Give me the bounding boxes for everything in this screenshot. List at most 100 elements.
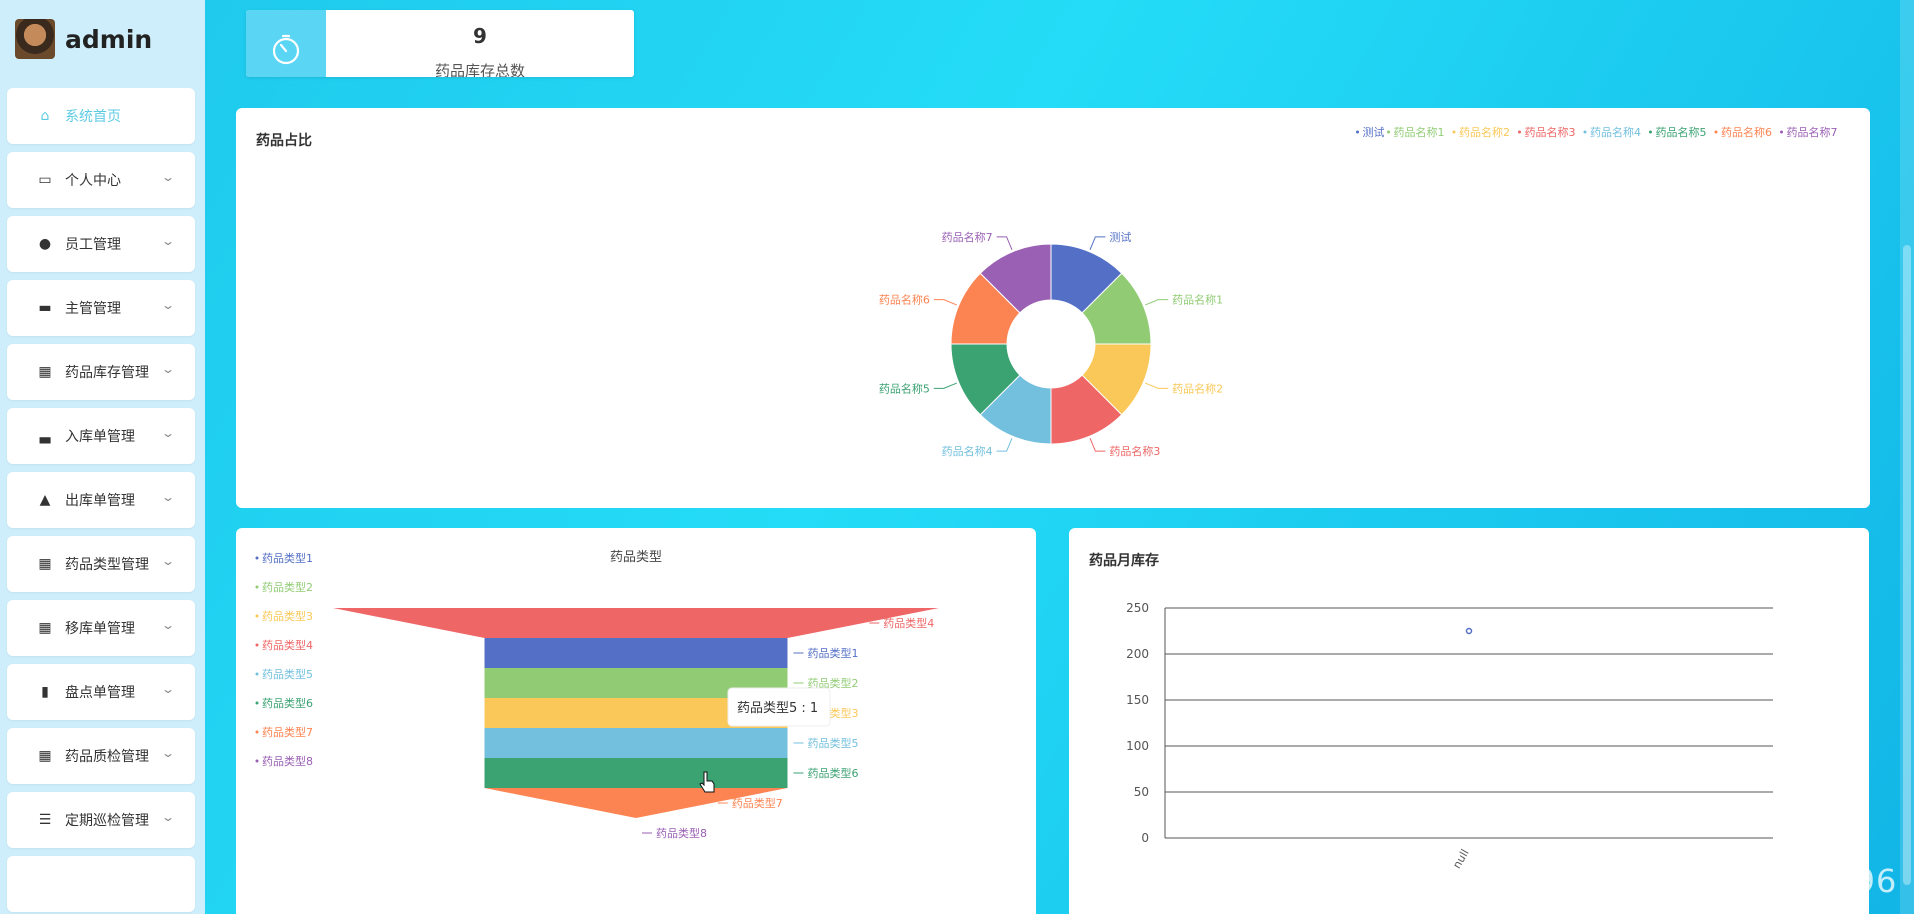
pie-label: 药品名称2 — [1172, 381, 1223, 395]
legend-label: 药品名称7 — [1787, 125, 1838, 139]
watermark: CSDN @QQ_1795806396 — [1475, 862, 1898, 900]
chevron-down-icon: ⌄ — [160, 234, 176, 248]
funnel-segment[interactable] — [333, 608, 939, 638]
sidebar-item-label: 出库单管理 — [65, 493, 135, 509]
pie-leader-line — [996, 236, 1013, 250]
sidebar-item[interactable]: ☰ 定期巡检管理 ⌄ — [7, 792, 195, 848]
scrollbar-thumb[interactable] — [1903, 245, 1911, 885]
user-name: admin — [65, 24, 153, 54]
legend-label: 药品名称3 — [1525, 125, 1576, 139]
legend-marker — [255, 556, 259, 560]
sidebar-item[interactable]: ▬ 主管管理 ⌄ — [7, 280, 195, 336]
timer-icon — [246, 10, 326, 77]
sidebar-item[interactable]: ▦ 药品质检管理 ⌄ — [7, 728, 195, 784]
chart-tooltip: 药品类型5 : 1 — [727, 687, 831, 727]
legend-item[interactable]: 药品名称1 — [1387, 125, 1445, 139]
legend-label: 药品名称6 — [1721, 125, 1772, 139]
brand: admin — [15, 18, 152, 60]
legend-item[interactable]: 药品类型3 — [255, 609, 314, 623]
legend-marker — [255, 701, 259, 705]
chevron-down-icon: ⌄ — [160, 170, 176, 184]
sidebar-item-label: 药品质检管理 — [65, 749, 149, 765]
funnel-label: 药品类型5 — [808, 736, 859, 750]
chevron-down-icon: ⌄ — [160, 554, 176, 568]
legend-item[interactable]: 药品名称6 — [1714, 125, 1773, 139]
legend-item[interactable]: 药品类型1 — [255, 551, 314, 565]
legend-label: 药品名称4 — [1590, 125, 1641, 139]
chevron-down-icon: ⌄ — [160, 746, 176, 760]
pie-leader-line — [996, 438, 1013, 452]
y-tick-label: 100 — [1126, 739, 1149, 753]
pie-leader-line — [1089, 438, 1106, 452]
legend-item[interactable]: 药品类型7 — [255, 725, 314, 739]
clipboard-icon: ▮ — [41, 684, 49, 700]
data-point[interactable] — [1465, 627, 1473, 635]
sidebar-item-label: 药品库存管理 — [65, 365, 149, 381]
sidebar-item[interactable]: ▮ 盘点单管理 ⌄ — [7, 664, 195, 720]
legend-item[interactable]: 药品类型4 — [255, 638, 314, 652]
sidebar-item-label: 盘点单管理 — [65, 685, 135, 701]
legend-item[interactable]: 药品类型6 — [255, 696, 314, 710]
chevron-down-icon: ⌄ — [160, 298, 176, 312]
legend-item[interactable]: 药品名称4 — [1583, 125, 1642, 139]
legend-marker — [255, 730, 259, 734]
legend-marker — [1518, 130, 1521, 134]
pie-label: 药品名称5 — [879, 381, 930, 395]
sidebar-item[interactable]: ▦ 药品库存管理 ⌄ — [7, 344, 195, 400]
sidebar-item[interactable]: ⌂ 系统首页 — [7, 88, 195, 144]
legend-marker — [255, 585, 259, 589]
legend-item[interactable]: 药品名称3 — [1518, 125, 1576, 139]
legend-marker — [1387, 130, 1390, 134]
sidebar-item-label: 员工管理 — [65, 237, 121, 253]
legend-marker — [255, 759, 259, 763]
pin-icon: ● — [38, 236, 52, 252]
legend-item[interactable]: 药品名称5 — [1649, 125, 1707, 139]
pie-leader-line — [1145, 299, 1169, 306]
grid-icon: ▦ — [38, 364, 52, 380]
legend-item[interactable]: 药品类型8 — [255, 754, 314, 768]
sidebar-item[interactable]: ▃ 入库单管理 ⌄ — [7, 408, 195, 464]
sidebar-item-label: 定期巡检管理 — [65, 813, 149, 829]
monthly-stock-chart: 0 50 100 150 200 250 null — [1126, 601, 1773, 871]
legend-item[interactable]: 测试 — [1356, 126, 1385, 139]
sidebar-item-label: 系统首页 — [65, 109, 121, 125]
legend-marker — [1649, 130, 1652, 134]
avatar[interactable] — [15, 19, 55, 59]
legend-item[interactable]: 药品名称7 — [1780, 125, 1838, 139]
legend-label: 药品名称1 — [1394, 125, 1445, 139]
legend-label: 药品类型1 — [262, 551, 313, 565]
sidebar-item-label: 个人中心 — [65, 173, 121, 189]
chevron-down-icon: ⌄ — [160, 362, 176, 376]
y-tick-label: 150 — [1126, 693, 1149, 707]
pie-label: 测试 — [1109, 231, 1131, 244]
grid-icon: ▦ — [38, 748, 52, 764]
sidebar-item[interactable]: ▦ 移库单管理 ⌄ — [7, 600, 195, 656]
funnel-segment[interactable] — [484, 638, 788, 668]
legend-item[interactable]: 药品类型2 — [255, 580, 314, 594]
sidebar-item[interactable] — [7, 856, 195, 912]
sidebar-item[interactable]: ▦ 药品类型管理 ⌄ — [7, 536, 195, 592]
sidebar-item[interactable]: ▲ 出库单管理 ⌄ — [7, 472, 195, 528]
funnel-label: 药品类型8 — [656, 826, 707, 840]
sidebar-item-label: 入库单管理 — [65, 429, 135, 445]
legend-label: 药品类型8 — [262, 754, 313, 768]
funnel-segment[interactable] — [484, 728, 788, 758]
drug-type-chart: 药品类型药品类型1药品类型2药品类型3药品类型4药品类型5药品类型6药品类型7药… — [255, 550, 939, 840]
pie-leader-line — [1145, 382, 1169, 389]
legend-marker — [1356, 130, 1359, 134]
sidebar: admin ⌂ 系统首页 ▭ 个人中心 ⌄ ● 员工管理 ⌄ ▬ 主管管理 ⌄ ▦ 药品库存管理 ⌄ ▃ 入库… — [0, 0, 205, 914]
y-tick-label: 250 — [1126, 601, 1149, 615]
funnel-segment[interactable] — [484, 758, 788, 788]
y-tick-label: 0 — [1141, 831, 1149, 845]
sidebar-item-label: 药品类型管理 — [65, 557, 149, 573]
sidebar-item[interactable]: ● 员工管理 ⌄ — [7, 216, 195, 272]
legend-item[interactable]: 药品类型5 — [255, 667, 314, 681]
legend-marker — [255, 672, 259, 676]
legend-marker — [1714, 130, 1718, 134]
legend-label: 测试 — [1363, 126, 1385, 139]
pie-leader-line — [933, 299, 957, 306]
stock-total-label: 药品库存总数 — [434, 62, 525, 77]
funnel-label: 药品类型7 — [732, 796, 783, 810]
sidebar-item[interactable]: ▭ 个人中心 ⌄ — [7, 152, 195, 208]
legend-item[interactable]: 药品名称2 — [1452, 125, 1511, 139]
